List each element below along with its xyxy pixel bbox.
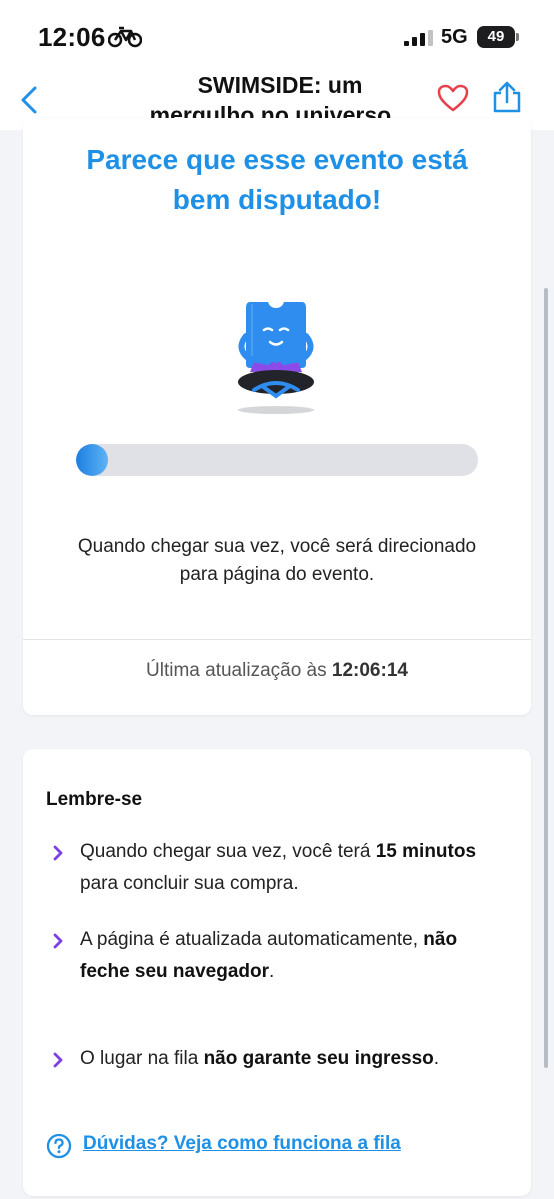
queue-progress-fill — [76, 444, 108, 476]
tip-text: Quando chegar sua vez, você terá 15 minu… — [46, 836, 486, 900]
signal-icon — [404, 30, 433, 46]
queue-progress-bar — [76, 444, 478, 476]
status-time: 12:06 — [38, 22, 106, 52]
help-link[interactable]: Dúvidas? Veja como funciona a fila — [83, 1133, 401, 1155]
redirect-message-line2: para página do evento. — [179, 564, 375, 585]
chevron-right-icon — [53, 933, 63, 949]
tip-item: Quando chegar sua vez, você terá 15 minu… — [46, 836, 486, 900]
back-icon[interactable] — [18, 86, 40, 114]
status-bar: 12:06 5G 49 — [0, 0, 554, 64]
heart-icon[interactable] — [437, 84, 469, 112]
redirect-message-line1: Quando chegar sua vez, você será direcio… — [77, 536, 477, 557]
queue-status-card: Parece que esse evento está bem disputad… — [23, 118, 531, 715]
network-label: 5G — [441, 26, 468, 48]
queue-heading-line1: Parece que esse evento está — [86, 144, 468, 175]
tip-run: Quando chegar sua vez, você terá — [80, 841, 376, 862]
last-update: Última atualização às 12:06:14 — [23, 660, 531, 682]
remember-card: Lembre-se Quando chegar sua vez, você te… — [23, 749, 531, 1196]
tip-emphasis: não garante seu ingresso — [203, 1048, 434, 1069]
battery-icon: 49 — [477, 26, 515, 48]
chevron-right-icon — [53, 845, 63, 861]
tip-text: A página é atualizada automaticamente, n… — [46, 924, 486, 988]
tip-run: . — [269, 961, 275, 982]
redirect-message: Quando chegar sua vez, você será direcio… — [43, 533, 511, 589]
remember-heading: Lembre-se — [46, 789, 143, 810]
help-circle-icon[interactable] — [46, 1133, 72, 1159]
chevron-right-icon — [53, 1052, 63, 1068]
page-title-line1: SWIMSIDE: um — [197, 72, 363, 98]
bicycle-icon — [108, 26, 142, 48]
divider — [23, 639, 531, 640]
last-update-label: Última atualização às — [146, 660, 327, 681]
battery-level: 49 — [487, 28, 505, 45]
tip-item: A página é atualizada automaticamente, n… — [46, 924, 486, 988]
queue-heading-line2: bem disputado! — [172, 184, 382, 215]
queue-heading: Parece que esse evento está bem disputad… — [23, 140, 531, 220]
share-icon[interactable] — [490, 80, 524, 114]
tip-item: O lugar na fila não garante seu ingresso… — [46, 1043, 486, 1075]
tip-run: para concluir sua compra. — [80, 873, 299, 894]
tip-emphasis: 15 minutos — [375, 841, 477, 862]
tip-run: A página é atualizada automaticamente, — [80, 929, 424, 950]
meditating-ticket-mascot-icon — [238, 302, 314, 414]
tip-run: O lugar na fila — [80, 1048, 204, 1069]
scrollbar[interactable] — [544, 288, 548, 1068]
tip-text: O lugar na fila não garante seu ingresso… — [46, 1043, 486, 1075]
tip-run: . — [433, 1048, 440, 1069]
last-update-time: 12:06:14 — [331, 660, 408, 681]
battery-tip — [516, 33, 519, 41]
